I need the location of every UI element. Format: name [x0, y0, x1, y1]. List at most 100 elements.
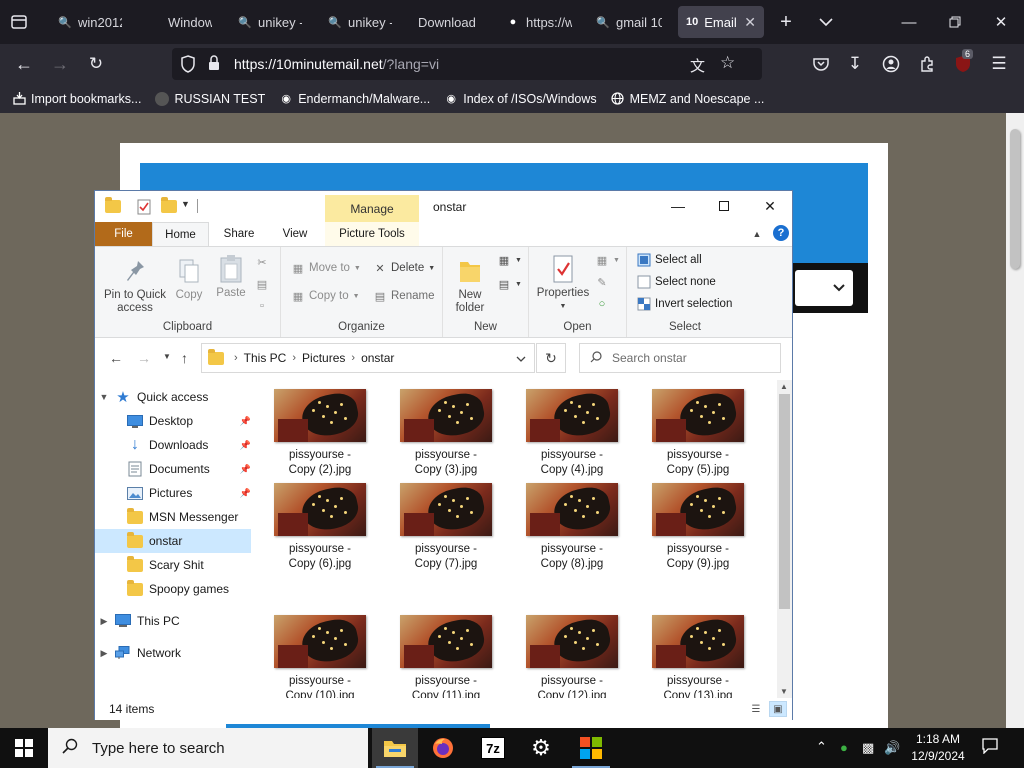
file-item[interactable]: pissyourse - Copy (12).jpg	[517, 615, 627, 698]
downloads-icon[interactable]: ↧	[844, 53, 866, 75]
move-to-button[interactable]: ▦ Move to ▼	[291, 261, 361, 275]
bookmark-endermanch[interactable]: ◉ Endermanch/Malware...	[279, 92, 430, 106]
bookmark-import[interactable]: Import bookmarks...	[12, 92, 141, 106]
back-icon[interactable]: ←	[109, 350, 123, 366]
properties-check-icon[interactable]	[137, 199, 153, 215]
file-explorer-icon[interactable]	[372, 728, 418, 768]
tab-home[interactable]: Home	[152, 222, 209, 246]
file-item[interactable]: pissyourse - Copy (8).jpg	[517, 483, 627, 573]
forward-icon[interactable]: →	[137, 350, 151, 366]
new-folder-button[interactable]: New folder	[449, 257, 491, 315]
tab-windows[interactable]: Windows	[140, 6, 220, 38]
scrollbar-thumb[interactable]	[779, 394, 790, 609]
refresh-icon[interactable]: ↻	[536, 343, 566, 373]
volume-icon[interactable]: 🔊	[884, 740, 900, 756]
tab-file[interactable]: File	[95, 222, 152, 246]
invert-selection-button[interactable]: Invert selection	[637, 297, 732, 311]
tab-overview-icon[interactable]	[8, 12, 30, 32]
app-icon[interactable]	[568, 728, 614, 768]
paste-button[interactable]: Paste	[213, 255, 249, 300]
breadcrumb-pictures[interactable]: Pictures	[302, 351, 345, 365]
search-input[interactable]: Search onstar	[579, 343, 781, 373]
tab-picture-tools[interactable]: Picture Tools	[325, 222, 419, 246]
new-item-button[interactable]: ▦ ▼	[497, 253, 522, 267]
file-item[interactable]: pissyourse - Copy (11).jpg	[391, 615, 501, 698]
rename-button[interactable]: ▤ Rename	[373, 289, 435, 303]
clock[interactable]: 1:18 AM 12/9/2024	[906, 731, 970, 765]
nav-pictures[interactable]: Pictures 📌	[95, 481, 251, 505]
nav-this-pc[interactable]: ▶ This PC	[99, 609, 255, 633]
settings-icon[interactable]: ⚙	[518, 728, 564, 768]
pin-quick-access-button[interactable]: Pin to Quick access	[101, 257, 169, 315]
new-tab-icon[interactable]: +	[774, 10, 798, 34]
copy-path-button[interactable]: ▤	[255, 277, 269, 291]
open-button[interactable]: ▦ ▼	[595, 253, 620, 267]
tab-share[interactable]: Share	[213, 222, 265, 246]
help-icon[interactable]: ?	[773, 225, 789, 241]
file-item[interactable]: pissyourse - Copy (7).jpg	[391, 483, 501, 573]
restore-icon[interactable]	[942, 10, 968, 34]
cut-button[interactable]: ✂	[255, 255, 269, 269]
menu-icon[interactable]: ☰	[988, 53, 1010, 75]
copy-to-button[interactable]: ▦ Copy to ▼	[291, 289, 360, 303]
page-scrollbar[interactable]	[1006, 113, 1024, 728]
extensions-icon[interactable]	[916, 53, 938, 75]
explorer-maximize-icon[interactable]	[701, 191, 747, 221]
bookmark-russian-test[interactable]: RUSSIAN TEST	[155, 91, 265, 106]
lock-icon[interactable]	[208, 55, 220, 74]
easy-access-button[interactable]: ▤ ▼	[497, 277, 522, 291]
nav-desktop[interactable]: Desktop 📌	[95, 409, 251, 433]
file-item[interactable]: pissyourse - Copy (9).jpg	[643, 483, 753, 573]
bookmark-index-isos[interactable]: ◉ Index of /ISOs/Windows	[444, 92, 596, 106]
account-icon[interactable]	[880, 53, 902, 75]
tab-gmail[interactable]: 🔍 gmail 10	[588, 6, 670, 38]
ublock-icon[interactable]: 6	[952, 49, 974, 75]
nav-onstar[interactable]: onstar	[95, 529, 251, 553]
file-item[interactable]: pissyourse - Copy (5).jpg	[643, 389, 753, 479]
nav-quick-access[interactable]: ▼ ★ Quick access	[99, 385, 255, 409]
taskbar-search-input[interactable]: Type here to search	[48, 728, 368, 768]
list-tabs-icon[interactable]	[814, 10, 838, 34]
network-tray-icon[interactable]: ▩	[862, 740, 874, 756]
nav-msn-messenger[interactable]: MSN Messenger	[95, 505, 251, 529]
explorer-minimize-icon[interactable]: —	[655, 191, 701, 221]
nav-network[interactable]: ▶ Network	[99, 641, 255, 665]
close-tab-icon[interactable]: ✕	[744, 14, 756, 31]
file-item[interactable]: pissyourse - Copy (3).jpg	[391, 389, 501, 479]
expand-icon[interactable]: ▼	[99, 392, 109, 402]
recent-locations-icon[interactable]: ▼	[163, 352, 171, 361]
scroll-up-icon[interactable]: ▲	[780, 382, 788, 391]
nav-downloads[interactable]: ↓ Downloads 📌	[95, 433, 251, 457]
translate-icon[interactable]: 文	[690, 55, 705, 76]
nav-documents[interactable]: Documents 📌	[95, 457, 251, 481]
history-button[interactable]: ○	[595, 297, 609, 311]
breadcrumb-onstar[interactable]: onstar	[361, 351, 394, 365]
nav-spoopy-games[interactable]: Spoopy games	[95, 577, 251, 601]
edit-button[interactable]: ✎	[595, 275, 609, 289]
tab-win2012[interactable]: 🔍 win2012	[50, 6, 130, 38]
address-bar[interactable]: › This PC › Pictures › onstar	[201, 343, 535, 373]
collapse-ribbon-icon[interactable]: ▲	[749, 222, 765, 246]
large-icons-view-icon[interactable]: ▣	[769, 701, 787, 717]
tab-download[interactable]: Download U	[390, 6, 486, 38]
details-view-icon[interactable]: ☰	[747, 701, 765, 717]
reload-icon[interactable]: ↻	[84, 53, 108, 75]
7zip-icon[interactable]: 7z	[470, 728, 516, 768]
manage-tab[interactable]: Manage	[325, 195, 419, 222]
file-item[interactable]: pissyourse - Copy (10).jpg	[265, 615, 375, 698]
back-icon[interactable]: ←	[12, 53, 36, 75]
breadcrumb-this-pc[interactable]: This PC	[244, 351, 287, 365]
select-all-button[interactable]: Select all	[637, 253, 702, 267]
file-item[interactable]: pissyourse - Copy (2).jpg	[265, 389, 375, 479]
close-window-icon[interactable]: ✕	[988, 10, 1014, 34]
tab-unikey-2[interactable]: 🔍 unikey -	[320, 6, 400, 38]
minimize-icon[interactable]: —	[896, 10, 922, 34]
tab-view[interactable]: View	[269, 222, 321, 246]
file-item[interactable]: pissyourse - Copy (13).jpg	[643, 615, 753, 698]
properties-button[interactable]: Properties ▼	[535, 255, 591, 313]
tab-email-active[interactable]: 10 Email ✕	[678, 6, 764, 38]
notifications-icon[interactable]	[982, 738, 998, 757]
forward-icon[interactable]: →	[48, 53, 72, 75]
nav-scary-shit[interactable]: Scary Shit	[95, 553, 251, 577]
start-button[interactable]	[0, 728, 48, 768]
